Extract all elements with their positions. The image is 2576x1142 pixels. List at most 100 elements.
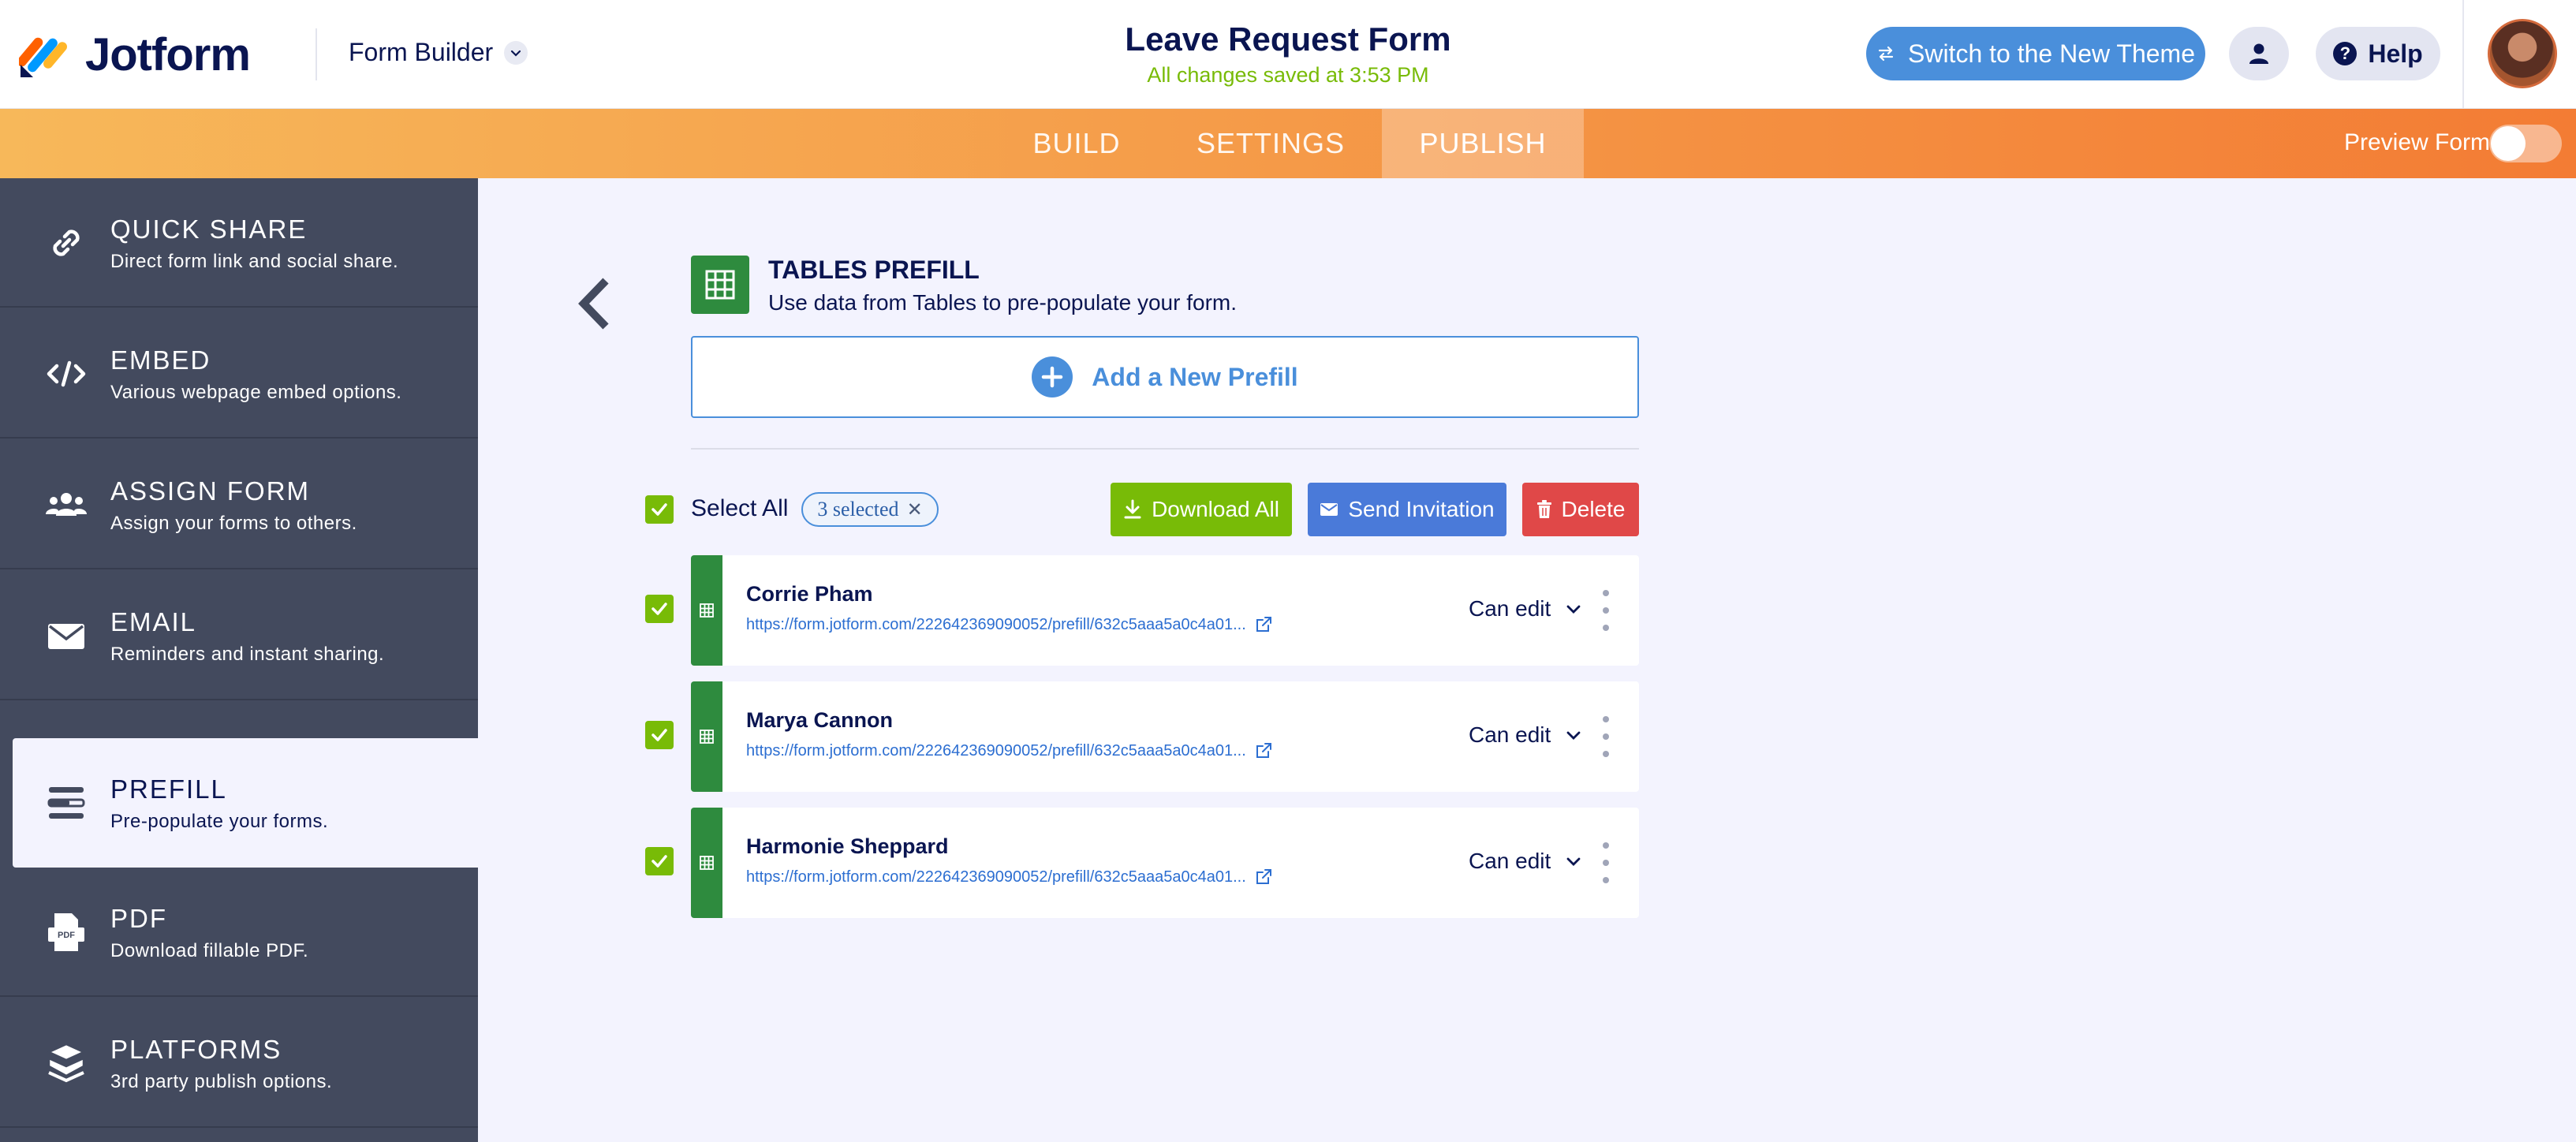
add-new-prefill-button[interactable]: Add a New Prefill — [691, 336, 1639, 418]
chevron-down-icon — [1566, 731, 1581, 740]
prefill-name: Corrie Pham — [746, 582, 873, 606]
form-builder-dropdown[interactable]: Form Builder — [349, 38, 528, 67]
form-title[interactable]: Leave Request Form — [946, 21, 1630, 58]
row-checkbox[interactable] — [645, 847, 674, 875]
sidebar-item-platforms[interactable]: PLATFORMS 3rd party publish options. — [0, 998, 478, 1128]
jotform-logo[interactable]: Jotform — [17, 28, 251, 80]
selected-count-label: 3 selected — [817, 498, 899, 521]
checkmark-icon — [651, 729, 667, 741]
prefill-link[interactable]: https://form.jotform.com/222642369090052… — [746, 868, 1273, 886]
permission-label: Can edit — [1469, 596, 1551, 621]
publish-sidebar: QUICK SHARE Direct form link and social … — [0, 178, 478, 1142]
sidebar-item-desc: Reminders and instant sharing. — [110, 644, 385, 665]
external-link-icon — [1256, 869, 1271, 884]
checkmark-icon — [651, 503, 667, 516]
download-all-label: Download All — [1152, 497, 1279, 521]
sidebar-item-desc: Download fillable PDF. — [110, 940, 309, 961]
envelope-icon — [1320, 503, 1338, 516]
save-status: All changes saved at 3:53 PM — [1147, 63, 1429, 87]
header-divider-right — [2462, 0, 2464, 109]
preview-form-toggle[interactable] — [2489, 125, 2562, 162]
switch-theme-label: Switch to the New Theme — [1907, 39, 2195, 68]
sidebar-item-desc: Assign your forms to others. — [110, 513, 357, 534]
top-bar: Jotform Form Builder Leave Request Form … — [0, 0, 2576, 109]
delete-button[interactable]: Delete — [1522, 483, 1639, 536]
prefill-name: Harmonie Sheppard — [746, 834, 949, 858]
sidebar-item-embed[interactable]: EMBED Various webpage embed options. — [0, 309, 478, 439]
form-builder-label: Form Builder — [349, 38, 494, 66]
sidebar-item-title: PDF — [110, 904, 167, 933]
download-all-button[interactable]: Download All — [1111, 483, 1292, 536]
more-options-icon[interactable] — [1598, 842, 1614, 883]
permission-dropdown[interactable]: Can edit — [1469, 596, 1582, 621]
back-button[interactable] — [574, 276, 614, 331]
user-icon — [2249, 43, 2268, 64]
prefill-row[interactable]: Marya Cannon https://form.jotform.com/22… — [691, 681, 1639, 792]
prefill-url: https://form.jotform.com/222642369090052… — [746, 615, 1246, 633]
sidebar-item-prefill[interactable]: PREFILL Pre-populate your forms. — [13, 738, 478, 868]
clear-selection-icon[interactable]: ✕ — [907, 498, 923, 521]
logo-text: Jotform — [85, 28, 251, 80]
swap-arrows-icon — [1878, 46, 1894, 62]
permission-dropdown[interactable]: Can edit — [1469, 849, 1582, 874]
prefill-row[interactable]: Harmonie Sheppard https://form.jotform.c… — [691, 808, 1639, 918]
divider — [691, 448, 1639, 450]
sidebar-item-title: PLATFORMS — [110, 1035, 282, 1064]
delete-label: Delete — [1561, 497, 1626, 521]
add-new-prefill-label: Add a New Prefill — [1092, 362, 1298, 391]
external-link-icon — [1256, 617, 1271, 632]
builder-nav: BUILD SETTINGS PUBLISH Preview Form — [0, 109, 2576, 178]
sidebar-item-email[interactable]: EMAIL Reminders and instant sharing. — [0, 571, 478, 700]
prefill-url: https://form.jotform.com/222642369090052… — [746, 868, 1246, 886]
section-title: TABLES PREFILL — [768, 256, 980, 284]
send-invitation-label: Send Invitation — [1348, 497, 1495, 521]
avatar[interactable] — [2488, 19, 2557, 88]
users-icon — [41, 483, 91, 527]
preview-form-label: Preview Form — [2344, 129, 2491, 155]
sidebar-item-desc: Direct form link and social share. — [110, 251, 399, 272]
row-checkbox[interactable] — [645, 721, 674, 749]
help-button[interactable]: ? Help — [2316, 27, 2440, 80]
chevron-down-icon — [504, 40, 528, 65]
sidebar-item-title: PREFILL — [110, 774, 227, 804]
user-account-button[interactable] — [2229, 27, 2289, 80]
selected-count-badge[interactable]: 3 selected ✕ — [801, 492, 939, 527]
switch-theme-button[interactable]: Switch to the New Theme — [1866, 27, 2205, 80]
tables-icon — [691, 681, 722, 792]
code-icon — [41, 352, 91, 396]
select-all-label[interactable]: Select All — [691, 495, 788, 522]
prefill-row[interactable]: Corrie Pham https://form.jotform.com/222… — [691, 555, 1639, 666]
link-icon — [41, 221, 91, 265]
sidebar-item-title: EMAIL — [110, 607, 197, 636]
tab-build[interactable]: BUILD — [1019, 109, 1134, 178]
send-invitation-button[interactable]: Send Invitation — [1308, 483, 1506, 536]
plus-icon — [1032, 356, 1073, 397]
jotform-logo-icon — [17, 30, 68, 79]
external-link-icon — [1256, 743, 1271, 758]
prefill-link[interactable]: https://form.jotform.com/222642369090052… — [746, 741, 1273, 760]
select-all-checkbox[interactable] — [645, 495, 674, 524]
sidebar-item-assign-form[interactable]: ASSIGN FORM Assign your forms to others. — [0, 440, 478, 569]
sidebar-item-title: QUICK SHARE — [110, 215, 308, 244]
envelope-icon — [41, 614, 91, 658]
svg-text:PDF: PDF — [58, 931, 75, 940]
more-options-icon[interactable] — [1598, 590, 1614, 631]
sidebar-item-pdf[interactable]: PDF PDF Download fillable PDF. — [0, 868, 478, 997]
row-checkbox[interactable] — [645, 595, 674, 623]
more-options-icon[interactable] — [1598, 716, 1614, 757]
tab-settings[interactable]: SETTINGS — [1177, 109, 1365, 178]
prefill-link[interactable]: https://form.jotform.com/222642369090052… — [746, 615, 1273, 634]
question-icon: ? — [2333, 42, 2358, 65]
checkmark-icon — [651, 855, 667, 868]
permission-label: Can edit — [1469, 722, 1551, 747]
tables-icon — [691, 555, 722, 666]
permission-label: Can edit — [1469, 849, 1551, 873]
sidebar-item-quick-share[interactable]: QUICK SHARE Direct form link and social … — [0, 178, 478, 308]
checkmark-icon — [651, 603, 667, 615]
tables-icon — [691, 808, 722, 918]
permission-dropdown[interactable]: Can edit — [1469, 722, 1582, 748]
sidebar-item-desc: 3rd party publish options. — [110, 1071, 333, 1092]
trash-icon — [1536, 500, 1551, 518]
tab-publish[interactable]: PUBLISH — [1382, 109, 1584, 178]
chevron-left-icon — [578, 278, 609, 330]
